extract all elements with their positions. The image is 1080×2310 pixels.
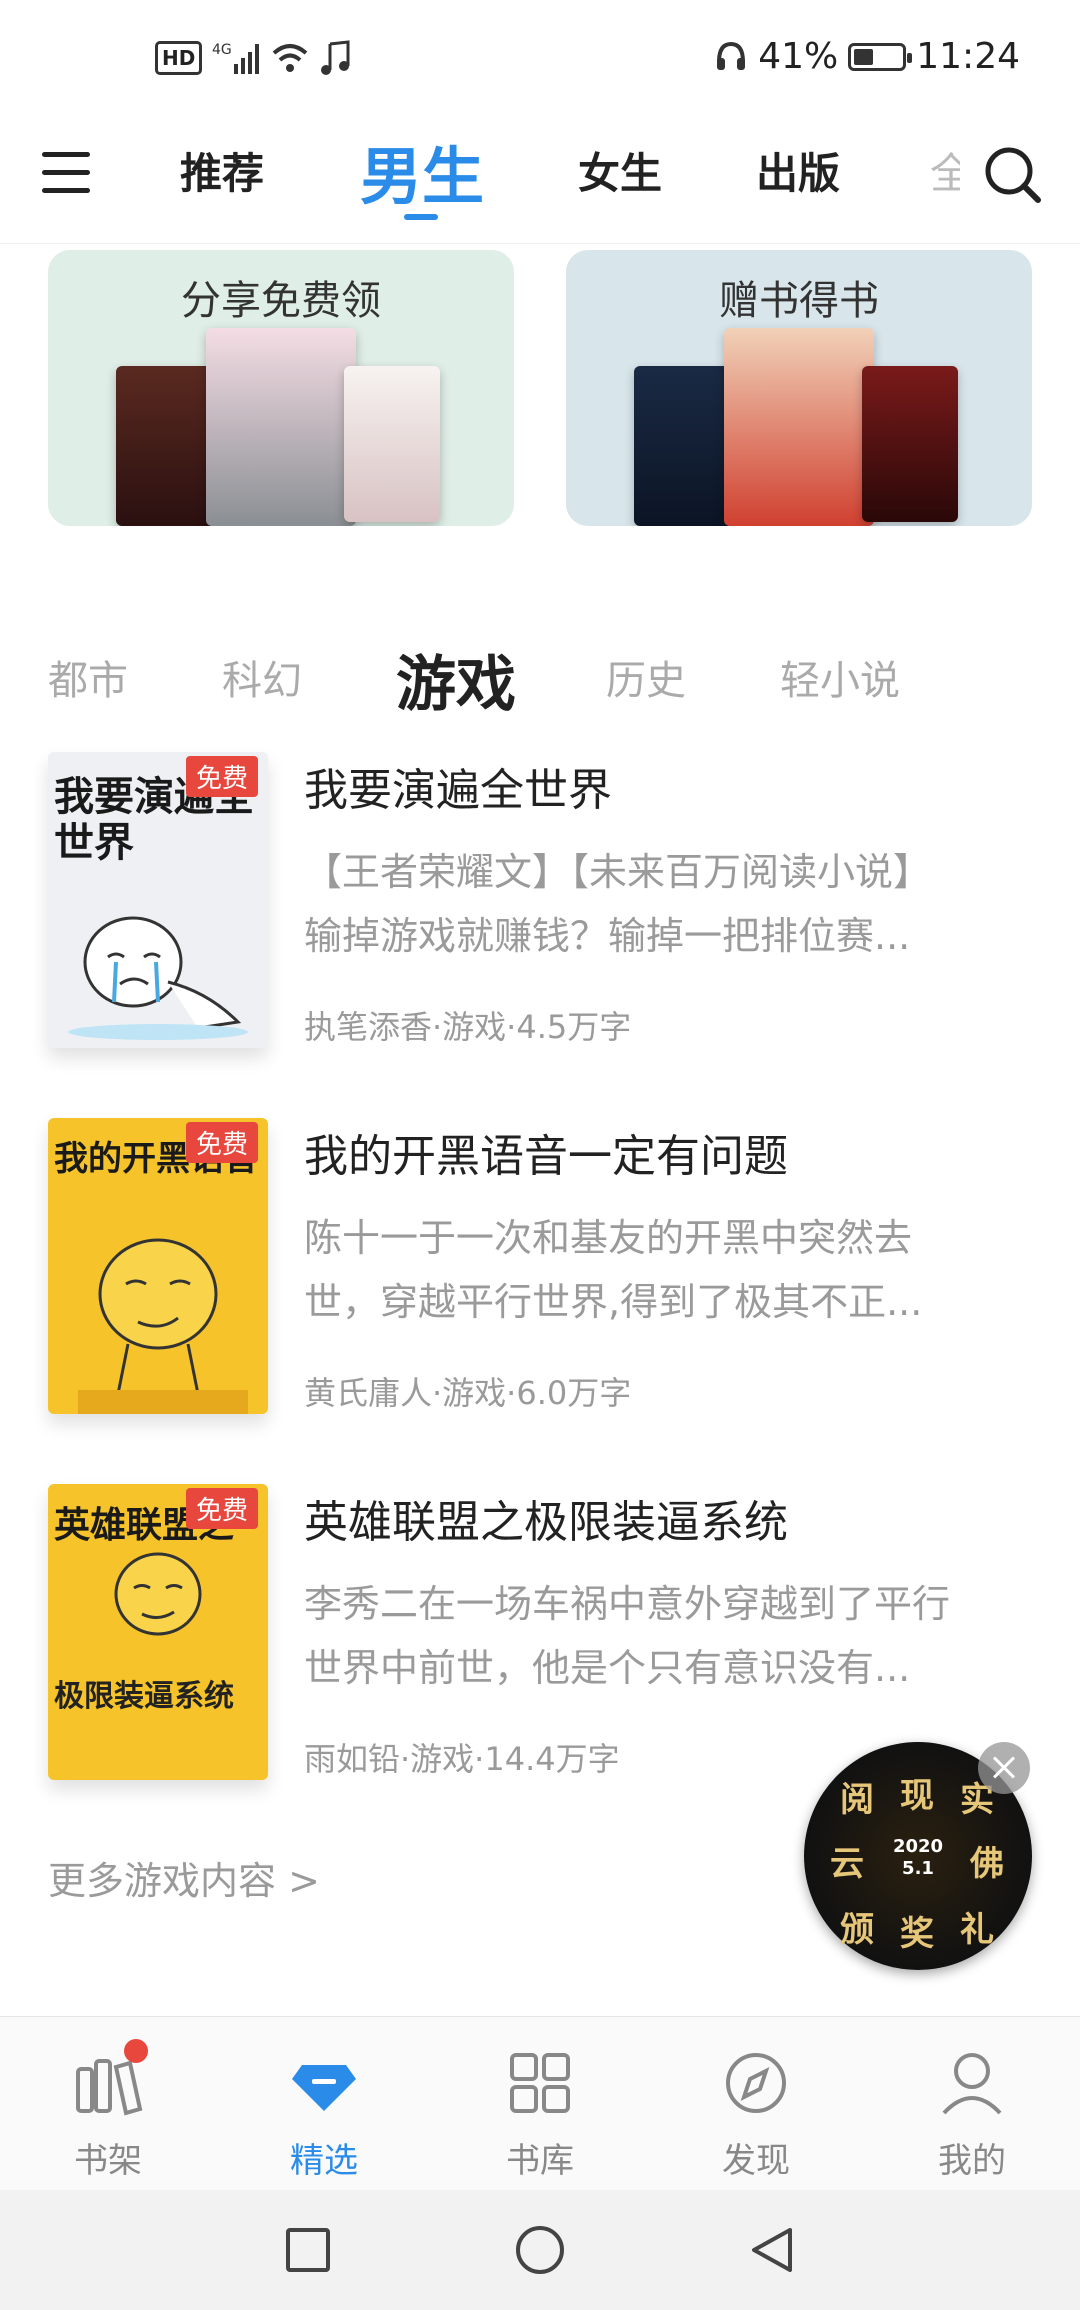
badge-char: 阅: [840, 1780, 874, 1820]
free-badge: 免费: [185, 756, 258, 797]
promo-title: 赠书得书: [719, 278, 879, 324]
signal-icon: 4G: [212, 42, 260, 74]
badge-date: 2020 5.1: [892, 1836, 944, 1879]
tab-label: 书库: [506, 2141, 574, 2181]
cover-subtitle: 极限装逼系统: [54, 1679, 234, 1714]
book-list-item[interactable]: 英雄联盟之 极限装逼系统 免费 英雄联盟之极限装逼系统 李秀二在一场车祸中意外穿…: [48, 1484, 1048, 1784]
diamond-icon: [292, 2065, 356, 2111]
category-tab-active[interactable]: 游戏: [396, 636, 516, 723]
cover-illustration: [114, 1552, 202, 1636]
promo-book-cover: [862, 366, 958, 522]
search-icon[interactable]: [982, 144, 1044, 206]
book-meta: 雨如铅·游戏·14.4万字: [304, 1740, 620, 1778]
book-description: 陈十一于一次和基友的开黑中突然去 世，穿越平行世界,得到了极其不正...: [304, 1216, 923, 1324]
tab-label: 我的: [938, 2141, 1006, 2181]
close-icon[interactable]: [978, 1742, 1030, 1794]
battery-icon: [848, 42, 913, 71]
tab-featured[interactable]: 精选: [216, 2017, 432, 2191]
category-tab[interactable]: 历史: [606, 648, 686, 706]
tab-library[interactable]: 书库: [432, 2017, 648, 2191]
book-meta: 黄氏庸人·游戏·6.0万字: [304, 1374, 632, 1412]
tab-me[interactable]: 我的: [864, 2017, 1080, 2191]
badge-char: 佛: [970, 1844, 1004, 1884]
status-left: HD 4G: [155, 40, 350, 76]
hd-badge: HD: [155, 41, 203, 75]
headset-icon: [717, 41, 746, 70]
status-bar: HD 4G 41% 11:24: [0, 0, 1080, 120]
notification-dot: [124, 2039, 148, 2063]
tab-discover[interactable]: 发现: [648, 2017, 864, 2191]
promo-book-cover: [344, 366, 440, 522]
book-list-item[interactable]: 我要演遍全世界 免费 我要演遍全世界 【王者荣耀文】【未来百万阅读小说】 输掉游…: [48, 752, 1048, 1052]
book-title[interactable]: 英雄联盟之极限装逼系统: [304, 1486, 788, 1550]
active-tab-indicator: [404, 214, 438, 220]
person-icon: [942, 2053, 1002, 2115]
tab-label: 精选: [290, 2141, 358, 2181]
book-cover[interactable]: 我要演遍全世界 免费: [48, 752, 268, 1048]
music-icon: [321, 40, 350, 75]
category-tab[interactable]: 科幻: [222, 648, 302, 706]
tab-bookshelf[interactable]: 书架: [0, 2017, 216, 2191]
book-cover[interactable]: 我的开黑语音 免费: [48, 1118, 268, 1414]
tab-label: 发现: [722, 2141, 790, 2181]
tab-partial[interactable]: 全: [930, 140, 960, 200]
book-description: 李秀二在一场车祸中意外穿越到了平行 世界中前世，他是个只有意识没有...: [304, 1582, 951, 1690]
menu-icon[interactable]: [42, 148, 90, 200]
grid-icon: [510, 2053, 570, 2113]
more-games-link[interactable]: 更多游戏内容 >: [48, 1850, 320, 1905]
tab-recommend[interactable]: 推荐: [180, 140, 264, 201]
wifi-icon: [273, 44, 308, 72]
category-tab[interactable]: 都市: [48, 648, 128, 706]
promo-book-cover: [206, 328, 356, 526]
book-description: 【王者荣耀文】【未来百万阅读小说】 输掉游戏就赚钱？输掉一把排位赛...: [304, 850, 932, 958]
free-badge: 免费: [185, 1488, 258, 1529]
back-icon[interactable]: [746, 2224, 798, 2276]
promo-title: 分享免费领: [181, 278, 381, 324]
tab-publish[interactable]: 出版: [756, 140, 840, 201]
badge-char: 颁: [840, 1910, 874, 1950]
bottom-tab-bar: 书架 精选 书库 发现 我的: [0, 2016, 1080, 2190]
book-meta: 执笔添香·游戏·4.5万字: [304, 1008, 632, 1046]
badge-char: 现: [900, 1776, 934, 1816]
free-badge: 免费: [185, 1122, 258, 1163]
tab-male[interactable]: 男生: [360, 126, 484, 216]
compass-icon: [726, 2053, 786, 2113]
promo-book-cover: [116, 366, 216, 526]
cover-illustration: [78, 1238, 248, 1414]
clock: 11:24: [916, 36, 1020, 77]
promo-book-cover: [724, 328, 874, 526]
badge-char: 礼: [960, 1910, 994, 1950]
recent-apps-icon[interactable]: [282, 2224, 334, 2276]
battery-percent: 41%: [758, 36, 839, 77]
book-title[interactable]: 我的开黑语音一定有问题: [304, 1120, 788, 1184]
top-nav: 推荐 男生 女生 出版 全: [0, 120, 1080, 244]
book-cover[interactable]: 英雄联盟之 极限装逼系统 免费: [48, 1484, 268, 1780]
home-icon[interactable]: [514, 2224, 566, 2276]
status-right: 41% 11:24: [714, 36, 1020, 77]
promo-gift-book[interactable]: 赠书得书: [566, 250, 1032, 526]
category-tab[interactable]: 轻小说: [780, 648, 900, 706]
book-title[interactable]: 我要演遍全世界: [304, 754, 612, 818]
book-list-item[interactable]: 我的开黑语音 免费 我的开黑语音一定有问题 陈十一于一次和基友的开黑中突然去 世…: [48, 1118, 1048, 1418]
tab-female[interactable]: 女生: [578, 140, 662, 201]
cover-illustration: [68, 916, 248, 1040]
system-nav-bar: [0, 2190, 1080, 2310]
promo-book-cover: [634, 366, 734, 526]
svg-text:4G: 4G: [212, 42, 232, 58]
badge-char: 云: [830, 1844, 864, 1884]
promo-share-free[interactable]: 分享免费领: [48, 250, 514, 526]
tab-label: 书架: [74, 2141, 142, 2181]
badge-char: 奖: [900, 1914, 934, 1954]
